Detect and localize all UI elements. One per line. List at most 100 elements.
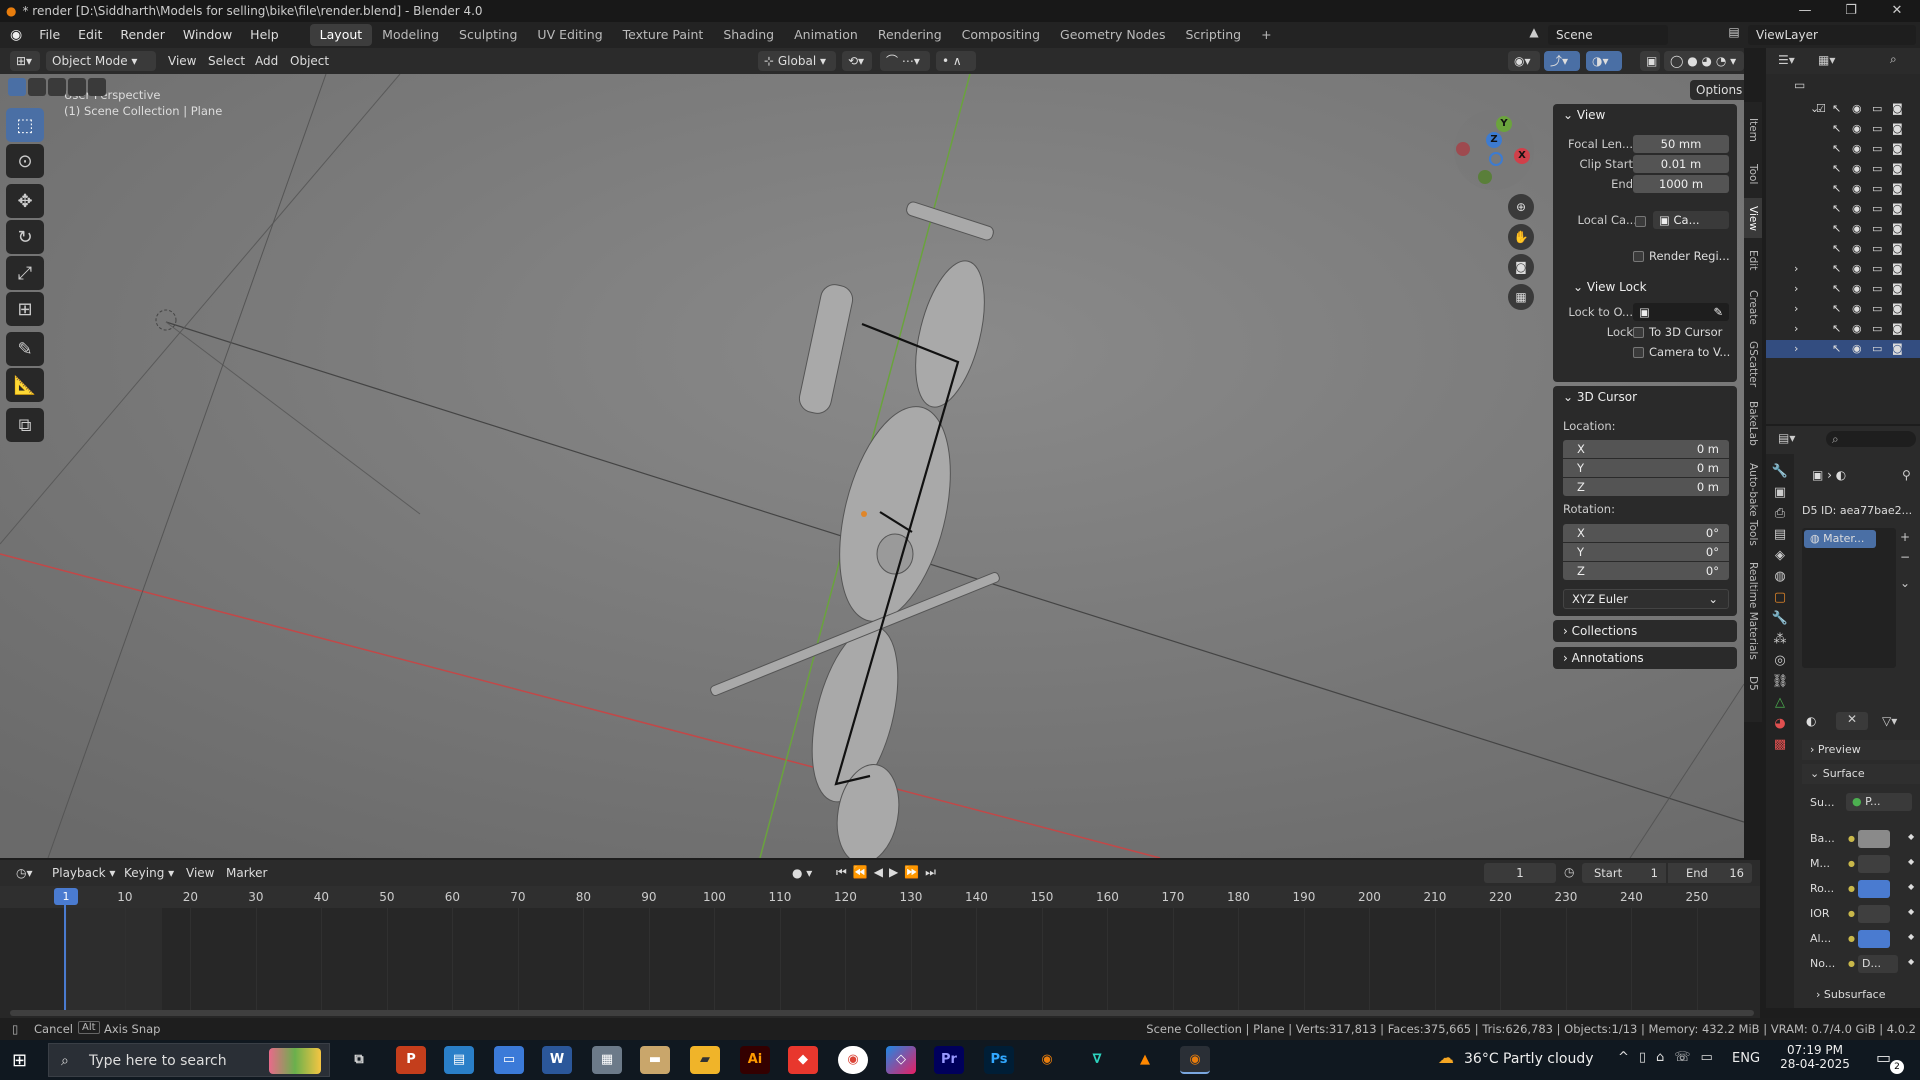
particles-props-icon[interactable]: ⁂ xyxy=(1774,632,1787,647)
material-slot-item[interactable]: ◍ Mater... xyxy=(1804,530,1876,548)
tab-animation[interactable]: Animation xyxy=(784,24,868,46)
data-props-icon[interactable]: △ xyxy=(1775,695,1785,710)
material-browse-icon[interactable]: ◐ xyxy=(1806,714,1816,728)
camera-view-icon[interactable]: ◙ xyxy=(1508,254,1534,280)
end-frame-field[interactable]: End 16 xyxy=(1668,863,1752,883)
selectable-icon[interactable]: ↖ xyxy=(1832,122,1841,135)
app-icon-red[interactable]: ◆ xyxy=(788,1046,818,1074)
task-view-icon[interactable]: ⧉ xyxy=(344,1046,374,1074)
tab-geometry-nodes[interactable]: Geometry Nodes xyxy=(1050,24,1175,46)
eye-icon[interactable]: ◉ xyxy=(1852,322,1862,335)
viewport-display-icon[interactable]: ▭ xyxy=(1872,242,1882,255)
gizmo-neg-y[interactable] xyxy=(1478,170,1492,184)
weather-icon[interactable]: ☁ xyxy=(1438,1048,1454,1067)
render-region-checkbox[interactable] xyxy=(1633,251,1644,262)
microsoft-365-icon[interactable]: ◇ xyxy=(886,1046,916,1074)
focal-length-field[interactable]: 50 mm xyxy=(1633,135,1729,153)
outliner-row[interactable]: ↖ ◉ ▭ ◙ xyxy=(1766,160,1920,178)
tab-gscatter[interactable]: GScatter xyxy=(1744,336,1762,392)
pivot-point-button[interactable]: ⟲▾ xyxy=(842,51,872,71)
preview-panel[interactable]: › Preview xyxy=(1802,740,1920,760)
render-camera-icon[interactable]: ◙ xyxy=(1892,302,1903,315)
snap-button[interactable]: ⌒ ⋯▾ xyxy=(880,51,930,71)
rotation-mode-dropdown[interactable]: XYZ Euler ⌄ xyxy=(1563,589,1729,609)
shader-input-field[interactable]: D... xyxy=(1858,955,1898,973)
lock-to-object-field[interactable]: ▣ ✎ xyxy=(1633,303,1729,321)
outliner-row[interactable]: ⌄ ☑ ↖ ◉ ▭ ◙ xyxy=(1766,100,1920,118)
outliner-row[interactable]: › ↖ ◉ ▭ ◙ xyxy=(1766,300,1920,318)
outliner-row[interactable]: ↖ ◉ ▭ ◙ xyxy=(1766,180,1920,198)
socket-dot-icon[interactable]: ● xyxy=(1848,859,1855,868)
viewport-display-icon[interactable]: ▭ xyxy=(1872,122,1882,135)
timeline-editor-icon[interactable]: ◷▾ xyxy=(10,863,38,883)
rotate-tool-icon[interactable]: ↻ xyxy=(6,220,44,254)
selectable-icon[interactable]: ↖ xyxy=(1832,322,1841,335)
menu-window[interactable]: Window xyxy=(174,22,241,48)
viewport-display-icon[interactable]: ▭ xyxy=(1872,342,1882,355)
blender-menu-icon[interactable]: ◉ xyxy=(0,27,30,43)
visibility-button[interactable]: ◉▾ xyxy=(1508,51,1540,71)
material-props-icon[interactable]: ◕ xyxy=(1774,716,1785,731)
eye-icon[interactable]: ◉ xyxy=(1852,102,1862,115)
render-camera-icon[interactable]: ◙ xyxy=(1892,102,1903,115)
gizmo-x-axis[interactable]: X xyxy=(1514,148,1530,164)
xray-button[interactable]: ▣ xyxy=(1640,51,1660,71)
selectable-icon[interactable]: ↖ xyxy=(1832,102,1841,115)
editor-type-button[interactable]: ⊞▾ xyxy=(10,51,40,71)
menu-view[interactable]: View xyxy=(168,51,196,71)
eye-icon[interactable]: ◉ xyxy=(1852,142,1862,155)
3d-cursor-header[interactable]: ⌄ 3D Cursor xyxy=(1553,386,1737,408)
select-intersect-icon[interactable] xyxy=(88,78,106,96)
gizmo-neg-z[interactable] xyxy=(1489,152,1503,166)
shader-input-field[interactable] xyxy=(1858,905,1890,923)
viewport-display-icon[interactable]: ▭ xyxy=(1872,222,1882,235)
vlc-icon[interactable]: ▲ xyxy=(1130,1046,1160,1074)
checkbox-icon[interactable]: ☑ xyxy=(1816,102,1826,115)
render-camera-icon[interactable]: ◙ xyxy=(1892,182,1903,195)
powerpoint-icon[interactable]: P xyxy=(396,1046,426,1074)
socket-dot-icon[interactable]: ● xyxy=(1848,834,1855,843)
viewport-display-icon[interactable]: ▭ xyxy=(1872,282,1882,295)
add-workspace-button[interactable]: + xyxy=(1251,24,1281,46)
preview-range-icon[interactable]: ◷ xyxy=(1564,865,1574,879)
socket-dot-icon[interactable]: ● xyxy=(1848,884,1855,893)
options-button[interactable]: Options ▾ xyxy=(1690,80,1744,100)
vector-app-icon[interactable]: ∇ xyxy=(1082,1046,1112,1074)
selectable-icon[interactable]: ↖ xyxy=(1832,342,1841,355)
3d-viewport[interactable]: User Perspective (1) Scene Collection | … xyxy=(0,74,1744,858)
outliner-row[interactable]: ↖ ◉ ▭ ◙ xyxy=(1766,120,1920,138)
selectable-icon[interactable]: ↖ xyxy=(1832,282,1841,295)
pan-hand-icon[interactable]: ✋ xyxy=(1508,224,1534,250)
outliner-row[interactable]: › ↖ ◉ ▭ ◙ xyxy=(1766,280,1920,298)
physics-props-icon[interactable]: ◎ xyxy=(1774,653,1785,668)
render-camera-icon[interactable]: ◙ xyxy=(1892,262,1903,275)
outliner-editor-icon[interactable]: ☰▾ xyxy=(1778,53,1795,67)
cursor-rotation-z[interactable]: Z 0° xyxy=(1563,562,1729,580)
shader-input-field[interactable] xyxy=(1858,830,1890,848)
collections-panel[interactable]: › Collections xyxy=(1553,620,1737,642)
remove-slot-button[interactable]: − xyxy=(1900,550,1910,564)
scene-icon[interactable]: ▲ xyxy=(1524,25,1544,45)
blender-active-icon[interactable]: ◉ xyxy=(1180,1046,1210,1074)
cursor-location-x[interactable]: X0 m xyxy=(1563,440,1729,458)
view-lock-header[interactable]: ⌄ View Lock xyxy=(1553,276,1737,298)
render-camera-icon[interactable]: ◙ xyxy=(1892,342,1903,355)
tab-shading[interactable]: Shading xyxy=(713,24,784,46)
subsurface-panel[interactable]: › Subsurface xyxy=(1816,988,1886,1001)
overlays-button[interactable]: ◑▾ xyxy=(1586,51,1622,71)
selectable-icon[interactable]: ↖ xyxy=(1832,302,1841,315)
annotate-tool-icon[interactable]: ✎ xyxy=(6,332,44,366)
outliner-row[interactable]: ↖ ◉ ▭ ◙ xyxy=(1766,220,1920,238)
render-camera-icon[interactable]: ◙ xyxy=(1892,142,1903,155)
slot-menu-icon[interactable]: ⌄ xyxy=(1900,576,1910,590)
outliner-row[interactable]: ↖ ◉ ▭ ◙ xyxy=(1766,240,1920,258)
selectable-icon[interactable]: ↖ xyxy=(1832,222,1841,235)
object-props-icon[interactable]: ▢ xyxy=(1774,590,1786,605)
annotations-panel[interactable]: › Annotations xyxy=(1553,647,1737,669)
cursor-rotation-y[interactable]: Y 0° xyxy=(1563,543,1729,561)
expand-arrow-icon[interactable]: › xyxy=(1794,302,1798,315)
windows-start-icon[interactable]: ⊞ xyxy=(12,1050,27,1071)
keyframe-icon[interactable]: ◆ xyxy=(1908,857,1914,866)
cursor-location-z[interactable]: Z0 m xyxy=(1563,478,1729,496)
playhead-line[interactable] xyxy=(64,890,66,1016)
